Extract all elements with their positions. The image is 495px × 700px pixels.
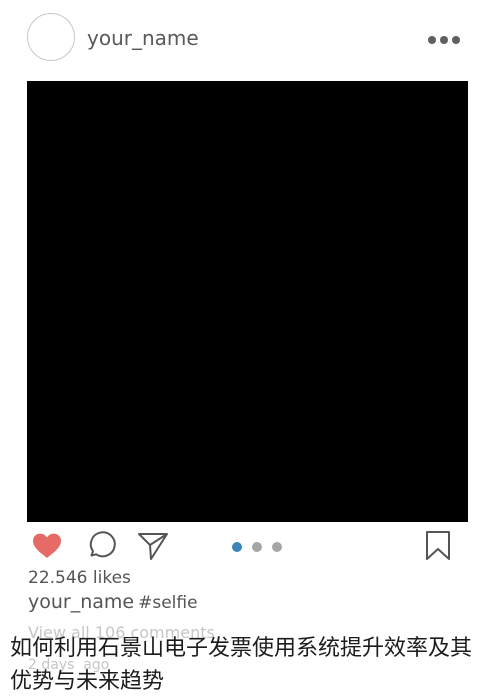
carousel-dot-active[interactable]: [232, 542, 242, 552]
caption-username[interactable]: your_name: [28, 591, 134, 613]
more-icon[interactable]: [428, 30, 472, 50]
carousel-indicator: [232, 542, 282, 552]
send-icon[interactable]: [137, 530, 169, 562]
caption: your_name #selfie: [28, 590, 198, 615]
bookmark-icon[interactable]: [422, 530, 454, 562]
article-title: 如何利用石景山电子发票使用系统提升效率及其优势与未来趋势: [10, 636, 473, 694]
post-image[interactable]: [27, 81, 468, 522]
carousel-dot[interactable]: [252, 542, 262, 552]
comment-icon[interactable]: [85, 530, 117, 562]
likes-count[interactable]: 22.546 likes: [28, 568, 131, 588]
more-dot: [452, 36, 460, 44]
carousel-dot[interactable]: [272, 542, 282, 552]
more-dot: [428, 36, 436, 44]
avatar[interactable]: [27, 13, 75, 61]
more-dot: [440, 36, 448, 44]
heart-icon[interactable]: [31, 530, 63, 562]
post-username[interactable]: your_name: [87, 25, 199, 51]
caption-hashtag[interactable]: #selfie: [138, 593, 197, 613]
